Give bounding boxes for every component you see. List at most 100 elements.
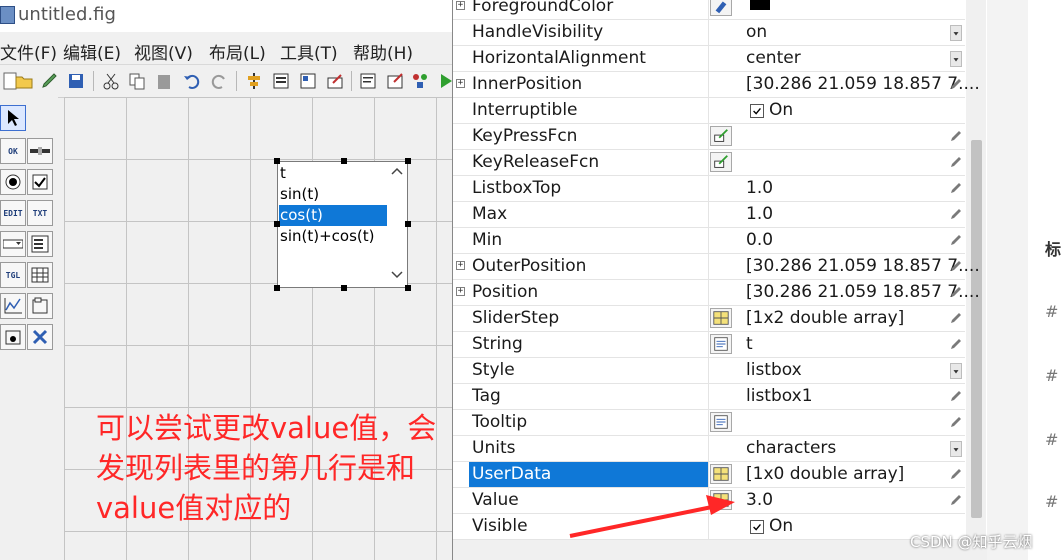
inspector-horizontal-scrollbar[interactable] [453, 540, 988, 560]
pencil-edit-icon[interactable] [949, 155, 963, 169]
axes-tool[interactable] [0, 293, 26, 319]
popup-menu-tool[interactable] [0, 231, 26, 257]
text-editor-icon[interactable] [710, 412, 732, 432]
property-value[interactable]: 1.0 [746, 176, 773, 201]
pencil-edit-icon[interactable] [949, 285, 963, 299]
pencil-edit-icon[interactable] [949, 493, 963, 507]
expand-icon[interactable]: + [456, 79, 465, 88]
array-editor-icon[interactable] [710, 490, 732, 510]
pencil-edit-icon[interactable] [949, 467, 963, 481]
array-editor-icon[interactable] [710, 464, 732, 484]
property-row-visible[interactable]: Visible On [453, 514, 965, 540]
pencil-edit-icon[interactable] [949, 389, 963, 403]
property-row-outerposition[interactable]: + OuterPosition [30.286 21.059 18.857 7...… [453, 254, 980, 280]
static-text-tool[interactable]: TXT [27, 200, 53, 226]
property-value[interactable]: 1.0 [746, 202, 773, 227]
property-value[interactable]: [1x2 double array] [746, 306, 904, 331]
menu-edit[interactable]: 编辑(E) [63, 39, 121, 64]
list-item[interactable]: t [279, 163, 387, 184]
property-row-value[interactable]: Value 3.0 [453, 488, 965, 514]
pencil-edit-icon[interactable] [949, 207, 963, 221]
property-row-position[interactable]: + Position [30.286 21.059 18.857 7.... [453, 280, 980, 306]
resize-handle[interactable] [341, 158, 347, 164]
property-row-keyreleasefcn[interactable]: KeyReleaseFcn [453, 150, 965, 176]
menu-help[interactable]: 帮助(H) [353, 39, 413, 64]
property-row-units[interactable]: Units characters [453, 436, 965, 462]
property-row-handlevisibility[interactable]: HandleVisibility on [453, 20, 965, 46]
callback-editor-icon[interactable] [710, 152, 732, 172]
property-row-horizontalalignment[interactable]: HorizontalAlignment center [453, 46, 965, 72]
list-item[interactable]: sin(t)+cos(t) [279, 226, 387, 247]
property-value[interactable]: characters [746, 436, 836, 461]
pencil-edit-icon[interactable] [949, 181, 963, 195]
slider-tool[interactable] [27, 138, 53, 164]
property-row-keypressfcn[interactable]: KeyPressFcn [453, 124, 965, 150]
property-inspector-icon[interactable] [385, 71, 405, 91]
scroll-down-icon[interactable] [387, 268, 407, 282]
cut-icon[interactable] [101, 71, 121, 91]
pencil-edit-icon[interactable] [949, 337, 963, 351]
align-objects-icon[interactable] [244, 71, 264, 91]
property-value[interactable]: on [746, 20, 767, 45]
menu-view[interactable]: 视图(V) [134, 39, 193, 64]
save-icon[interactable] [66, 71, 86, 91]
pencil-edit-icon[interactable] [949, 259, 963, 273]
tab-order-icon[interactable] [298, 71, 318, 91]
property-value[interactable]: listbox1 [746, 384, 813, 409]
open-folder-icon[interactable] [14, 71, 34, 91]
property-value[interactable]: t [746, 332, 753, 357]
table-tool[interactable] [27, 262, 53, 288]
toggle-button-tool[interactable]: TGL [0, 262, 26, 288]
activex-tool[interactable] [27, 324, 53, 350]
dropdown-arrow-icon[interactable] [950, 363, 962, 379]
menu-file[interactable]: 文件(F) [0, 39, 57, 64]
property-row-sliderstep[interactable]: SliderStep [1x2 double array] [453, 306, 965, 332]
resize-handle[interactable] [405, 285, 411, 291]
menu-tools[interactable]: 工具(T) [280, 39, 338, 64]
property-value[interactable]: [30.286 21.059 18.857 7.... [746, 254, 980, 279]
panel-tool[interactable] [27, 293, 53, 319]
list-item-selected[interactable]: cos(t) [279, 205, 387, 226]
undo-icon[interactable] [182, 71, 202, 91]
property-value[interactable]: [30.286 21.059 18.857 7.... [746, 280, 980, 305]
property-row-max[interactable]: Max 1.0 [453, 202, 965, 228]
edit-pen-icon[interactable] [40, 71, 60, 91]
property-row-string[interactable]: String t [453, 332, 965, 358]
menu-editor-icon[interactable] [271, 71, 291, 91]
copy-icon[interactable] [127, 71, 147, 91]
dropdown-arrow-icon[interactable] [950, 25, 962, 41]
callback-editor-icon[interactable] [710, 126, 732, 146]
pencil-edit-icon[interactable] [949, 129, 963, 143]
toolbar-editor-icon[interactable] [325, 71, 345, 91]
inspector-scroll-thumb[interactable] [971, 140, 982, 518]
resize-handle[interactable] [405, 221, 411, 227]
checkbox-checked-icon[interactable] [750, 104, 764, 118]
property-row-userdata[interactable]: UserData [1x0 double array] [453, 462, 965, 488]
property-row-min[interactable]: Min 0.0 [453, 228, 965, 254]
property-row-tag[interactable]: Tag listbox1 [453, 384, 965, 410]
expand-icon[interactable]: + [456, 261, 465, 270]
array-editor-icon[interactable] [710, 308, 732, 328]
property-value[interactable]: center [746, 46, 801, 71]
resize-handle[interactable] [274, 285, 280, 291]
resize-handle[interactable] [405, 158, 411, 164]
edit-text-tool[interactable]: EDIT [0, 200, 26, 226]
property-row-style[interactable]: Style listbox [453, 358, 965, 384]
property-row-innerposition[interactable]: + InnerPosition [30.286 21.059 18.857 7...… [453, 72, 980, 98]
push-button-tool[interactable]: OK [0, 138, 26, 164]
expand-icon[interactable]: + [456, 1, 465, 10]
property-value[interactable]: [30.286 21.059 18.857 7.... [746, 72, 980, 97]
pencil-edit-icon[interactable] [949, 415, 963, 429]
dropdown-arrow-icon[interactable] [950, 51, 962, 67]
property-row-interruptible[interactable]: Interruptible On [453, 98, 965, 124]
listbox1-component[interactable]: t sin(t) cos(t) sin(t)+cos(t) [277, 161, 408, 288]
listbox-tool[interactable] [27, 231, 53, 257]
editor-icon[interactable] [358, 71, 378, 91]
object-browser-icon[interactable] [410, 71, 430, 91]
property-value[interactable]: listbox [746, 358, 802, 383]
pencil-edit-icon[interactable] [949, 233, 963, 247]
resize-handle[interactable] [274, 158, 280, 164]
dropdown-arrow-icon[interactable] [950, 441, 962, 457]
pencil-edit-icon[interactable] [949, 77, 963, 91]
property-row-tooltip[interactable]: Tooltip [453, 410, 965, 436]
